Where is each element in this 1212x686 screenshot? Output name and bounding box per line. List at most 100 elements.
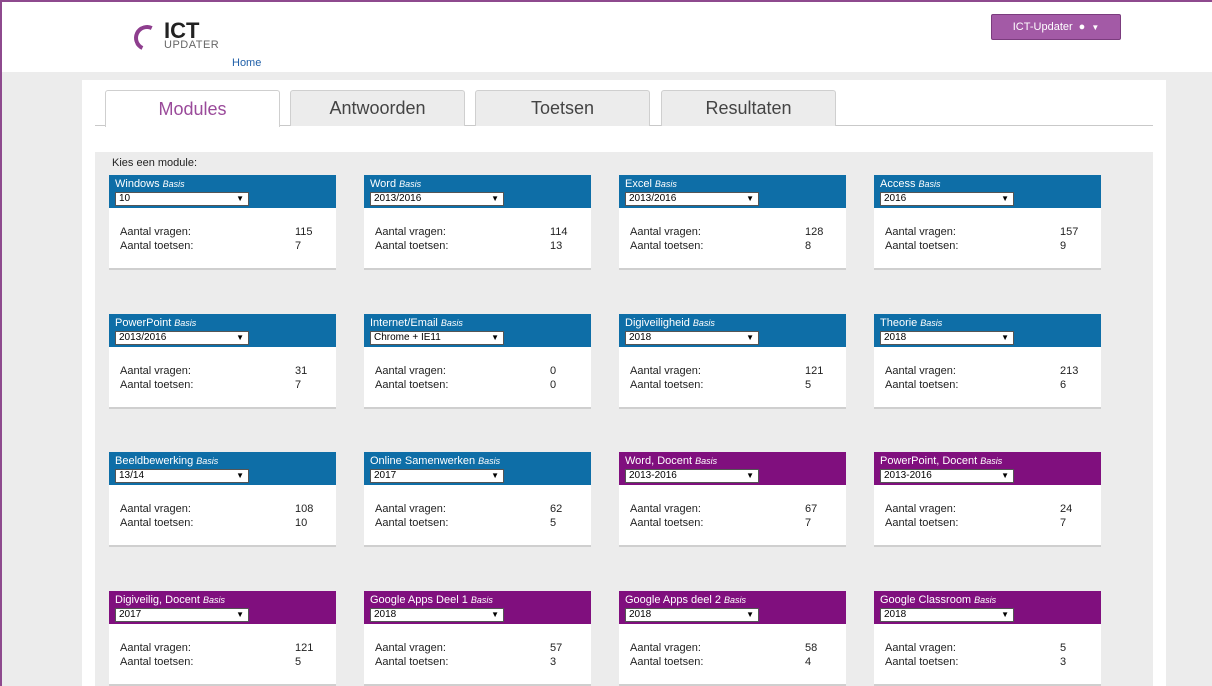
version-select[interactable]: 2018 ▼ (625, 331, 759, 345)
dropdown-arrow-icon: ▼ (491, 194, 499, 203)
stat-row-toetsen: Aantal toetsen: 13 (375, 239, 580, 253)
module-level: Basis (692, 318, 715, 328)
stat-label-toetsen: Aantal toetsen: (120, 656, 194, 668)
module-name: Word, Docent (625, 455, 693, 467)
stat-label-toetsen: Aantal toetsen: (885, 517, 959, 529)
module-card[interactable]: PowerPoint Basis 2013/2016 ▼ Aantal vragen: 3… (109, 314, 336, 409)
version-select[interactable]: 2017 ▼ (115, 608, 249, 622)
module-name: Internet/Email (370, 317, 438, 329)
module-level: Basis (695, 456, 718, 466)
module-card-header: Word, Docent Basis 2013-2016 ▼ (619, 452, 846, 485)
stat-value-vragen: 57 (550, 642, 563, 654)
module-card[interactable]: Digiveiligheid Basis 2018 ▼ Aantal vragen: 12… (619, 314, 846, 409)
user-menu-button[interactable]: ICT-Updater ● ▼ (991, 14, 1121, 40)
stat-row-vragen: Aantal vragen: 121 (120, 641, 325, 655)
module-card-header: Windows Basis 10 ▼ (109, 175, 336, 208)
stat-value-vragen: 121 (805, 365, 824, 377)
stat-row-vragen: Aantal vragen: 108 (120, 502, 325, 516)
module-card[interactable]: Google Apps deel 2 Basis 2018 ▼ Aantal vrage… (619, 591, 846, 686)
dropdown-arrow-icon: ▼ (491, 610, 499, 619)
stat-value-toetsen: 13 (550, 240, 563, 252)
module-level: Basis (724, 595, 747, 605)
stat-value-toetsen: 5 (805, 379, 812, 391)
stat-label-vragen: Aantal vragen: (120, 226, 191, 238)
stat-label-toetsen: Aantal toetsen: (375, 240, 449, 252)
module-card[interactable]: Theorie Basis 2018 ▼ Aantal vragen: 213 Aantal… (874, 314, 1101, 409)
dropdown-arrow-icon: ▼ (236, 610, 244, 619)
module-title: Excel Basis (625, 178, 840, 190)
module-stats: Aantal vragen: 213 Aantal toetsen: 6 (874, 347, 1101, 392)
stat-label-toetsen: Aantal toetsen: (120, 517, 194, 529)
version-select[interactable]: 2018 ▼ (880, 608, 1014, 622)
version-select[interactable]: 2018 ▼ (625, 608, 759, 622)
dropdown-arrow-icon: ▼ (746, 610, 754, 619)
module-card[interactable]: Google Classroom Basis 2018 ▼ Aantal vragen:… (874, 591, 1101, 686)
tab-resultaten[interactable]: Resultaten (661, 90, 836, 126)
stat-value-vragen: 0 (550, 365, 557, 377)
module-card[interactable]: Internet/Email Basis Chrome + IE11 ▼ Aantal … (364, 314, 591, 409)
stat-value-vragen: 157 (1060, 226, 1079, 238)
version-select[interactable]: 10 ▼ (115, 192, 249, 206)
module-name: Digiveilig, Docent (115, 594, 200, 606)
module-prompt: Kies een module: (112, 157, 197, 169)
version-select[interactable]: 2018 ▼ (880, 331, 1014, 345)
module-card-header: Google Classroom Basis 2018 ▼ (874, 591, 1101, 624)
module-level: Basis (399, 179, 422, 189)
dropdown-arrow-icon: ▼ (491, 333, 499, 342)
stat-row-vragen: Aantal vragen: 114 (375, 225, 580, 239)
version-select[interactable]: 2013-2016 ▼ (625, 469, 759, 483)
version-select[interactable]: Chrome + IE11 ▼ (370, 331, 504, 345)
stat-row-toetsen: Aantal toetsen: 7 (630, 516, 835, 530)
version-select[interactable]: 2013-2016 ▼ (880, 469, 1014, 483)
stat-value-vragen: 24 (1060, 503, 1073, 515)
stat-label-vragen: Aantal vragen: (375, 226, 446, 238)
module-stats: Aantal vragen: 128 Aantal toetsen: 8 (619, 208, 846, 253)
module-card[interactable]: Access Basis 2016 ▼ Aantal vragen: 157 Aantal … (874, 175, 1101, 270)
module-stats: Aantal vragen: 115 Aantal toetsen: 7 (109, 208, 336, 253)
stat-row-toetsen: Aantal toetsen: 7 (885, 516, 1090, 530)
module-stats: Aantal vragen: 157 Aantal toetsen: 9 (874, 208, 1101, 253)
stat-row-toetsen: Aantal toetsen: 9 (885, 239, 1090, 253)
module-card-header: Internet/Email Basis Chrome + IE11 ▼ (364, 314, 591, 347)
module-name: PowerPoint (115, 317, 172, 329)
version-select[interactable]: 2013/2016 ▼ (115, 331, 249, 345)
module-card[interactable]: Windows Basis 10 ▼ Aantal vragen: 115 Aantal t… (109, 175, 336, 270)
module-card[interactable]: Excel Basis 2013/2016 ▼ Aantal vragen: 128 Aan… (619, 175, 846, 270)
module-title: Google Apps Deel 1 Basis (370, 594, 585, 606)
module-stats: Aantal vragen: 31 Aantal toetsen: 7 (109, 347, 336, 392)
stat-row-toetsen: Aantal toetsen: 4 (630, 655, 835, 669)
module-card[interactable]: Online Samenwerken Basis 2017 ▼ Aantal vrage… (364, 452, 591, 547)
stat-row-vragen: Aantal vragen: 0 (375, 364, 580, 378)
user-button-label: ICT-Updater (1012, 21, 1073, 33)
version-select[interactable]: 2016 ▼ (880, 192, 1014, 206)
module-name: Online Samenwerken (370, 455, 476, 467)
version-select[interactable]: 2018 ▼ (370, 608, 504, 622)
logo[interactable]: ICT UPDATER (130, 18, 254, 58)
dropdown-arrow-icon: ▼ (236, 471, 244, 480)
module-card[interactable]: Google Apps Deel 1 Basis 2018 ▼ Aantal vrage… (364, 591, 591, 686)
module-title: PowerPoint Basis (115, 317, 330, 329)
module-card-header: Online Samenwerken Basis 2017 ▼ (364, 452, 591, 485)
version-select[interactable]: 2013/2016 ▼ (370, 192, 504, 206)
module-title: Digiveilig, Docent Basis (115, 594, 330, 606)
module-card[interactable]: PowerPoint, Docent Basis 2013-2016 ▼ Aantal … (874, 452, 1101, 547)
module-card[interactable]: Word Basis 2013/2016 ▼ Aantal vragen: 114 Aant… (364, 175, 591, 270)
stat-value-vragen: 67 (805, 503, 818, 515)
module-level: Basis (920, 318, 943, 328)
tab-antwoorden[interactable]: Antwoorden (290, 90, 465, 126)
tab-modules[interactable]: Modules (105, 90, 280, 127)
module-name: Access (880, 178, 916, 190)
version-select[interactable]: 2017 ▼ (370, 469, 504, 483)
stat-label-toetsen: Aantal toetsen: (375, 517, 449, 529)
stat-label-vragen: Aantal vragen: (630, 365, 701, 377)
version-select[interactable]: 2013/2016 ▼ (625, 192, 759, 206)
module-card[interactable]: Digiveilig, Docent Basis 2017 ▼ Aantal vrage… (109, 591, 336, 686)
module-title: PowerPoint, Docent Basis (880, 455, 1095, 467)
version-select[interactable]: 13/14 ▼ (115, 469, 249, 483)
dropdown-arrow-icon: ▼ (1001, 471, 1009, 480)
version-select-value: 2017 (119, 609, 142, 620)
tab-toetsen[interactable]: Toetsen (475, 90, 650, 126)
module-card[interactable]: Word, Docent Basis 2013-2016 ▼ Aantal vragen… (619, 452, 846, 547)
breadcrumb-home[interactable]: Home (232, 57, 261, 69)
module-card[interactable]: Beeldbewerking Basis 13/14 ▼ Aantal vragen: 1… (109, 452, 336, 547)
